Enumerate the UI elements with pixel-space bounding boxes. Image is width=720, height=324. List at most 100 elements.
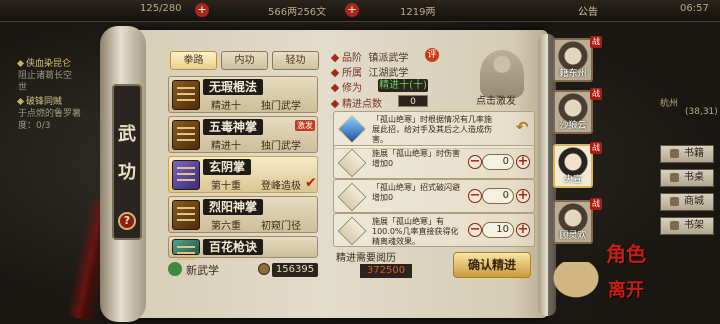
skill-book-icon: [172, 80, 200, 110]
effect-row: 施展「孤山绝寒」时伤害增加0 − 0 +: [333, 145, 535, 179]
party-portrait[interactable]: 籍东州: [553, 38, 593, 82]
skill-book-icon: [172, 239, 200, 255]
activated-badge: 激发: [295, 120, 315, 131]
quest-desc: 世: [18, 83, 28, 93]
skill-item[interactable]: 无瑕棍法 精进十 独门武学: [168, 76, 318, 113]
new-skill-button[interactable]: 新武学: [186, 262, 219, 278]
skill-stage: 精进十: [211, 101, 241, 112]
skill-attribute: 登峰造极: [261, 181, 301, 192]
party-member-name: 央宣: [563, 175, 582, 185]
menu-label: 书架: [684, 220, 704, 231]
desk-icon: [670, 172, 679, 182]
level-row: 修为: [330, 79, 362, 94]
decrease-button[interactable]: −: [468, 155, 482, 169]
tab-qinggong[interactable]: 轻功: [272, 51, 319, 70]
exit-button[interactable]: 离开: [608, 276, 644, 302]
quest-desc: 于点燃的鲁罗薯: [18, 109, 82, 119]
menu-label: 书桌: [684, 172, 704, 183]
add-stamina-button[interactable]: +: [195, 3, 209, 17]
bullet-icon: [330, 83, 340, 93]
experience-coin-icon: [258, 263, 270, 275]
menu-label: 商城: [684, 196, 704, 207]
party-portrait[interactable]: 沙狼云: [553, 90, 593, 134]
effect-text: 「孤山绝寒」时根据情况有几率施展此招，给对手及其后之人造成伤害。: [372, 115, 492, 144]
confirm-refine-button[interactable]: 确认精进: [453, 252, 531, 278]
menu-books-button[interactable]: 书籍: [660, 145, 714, 163]
skill-effect-icon: [337, 148, 367, 178]
meditating-figure-icon[interactable]: [480, 50, 524, 98]
quest-title: 侠血染昆仑: [26, 59, 72, 69]
help-button[interactable]: ?: [118, 212, 136, 230]
bullet-icon: [330, 53, 340, 63]
rank-badge: 评: [425, 48, 439, 62]
effect-value: 10: [482, 222, 514, 238]
book-icon: [670, 148, 679, 158]
add-silver-button[interactable]: +: [345, 3, 359, 17]
points-value: 0: [398, 95, 428, 107]
faction-value: 江湖武学: [368, 68, 409, 79]
gold-value: 1219两: [400, 7, 436, 18]
skill-stage: 第六重: [211, 221, 241, 232]
announcement-button[interactable]: 公告: [578, 3, 598, 18]
skill-attribute: 独门武学: [261, 141, 301, 152]
tab-quanlu[interactable]: 拳路: [170, 51, 217, 70]
bookshelf-icon: [670, 220, 679, 230]
silver-value: 566两256文: [268, 7, 327, 18]
increase-button[interactable]: +: [516, 223, 530, 237]
effect-row: 「孤山绝寒」时根据情况有几率施展此招，给对手及其后之人造成伤害。 ↶: [333, 111, 535, 149]
activate-button[interactable]: 点击激发: [476, 92, 516, 107]
level-value: 精进十(十): [378, 79, 428, 92]
tab-neigong[interactable]: 内功: [221, 51, 268, 70]
battle-badge: 战: [590, 36, 602, 48]
character-button[interactable]: 角色: [606, 238, 646, 267]
new-skill-icon: [168, 262, 182, 276]
skill-item[interactable]: 百花枪诀: [168, 236, 318, 258]
menu-bookshelf-button[interactable]: 书架: [660, 217, 714, 235]
top-status-bar: 125/280 + 566两256文 + 1219两 公告 06:57: [0, 0, 720, 22]
effect-text: 施展「孤山绝寒」有100.0%几率直接获得化精离魂效果。: [372, 217, 459, 246]
level-label: 修为: [342, 83, 362, 94]
decrease-button[interactable]: −: [468, 189, 482, 203]
cost-label: 精进需要阅历: [336, 253, 396, 264]
skill-item[interactable]: 烈阳神掌 第六重 初窥门径: [168, 196, 318, 233]
party-member-name: 顾灵欢: [559, 231, 587, 241]
skill-item[interactable]: 五毒神掌 激发 精进十 独门武学: [168, 116, 318, 153]
quest-tracker[interactable]: 侠血染昆仑 阻止诸葛长空 世 破锋同贼 于点燃的鲁罗薯 度：0/3: [16, 58, 100, 132]
skill-name: 五毒神掌: [203, 119, 264, 135]
quest-marker-icon: [16, 59, 25, 68]
party-member-name: 籍东州: [559, 69, 587, 79]
skill-effect-icon: [337, 114, 367, 144]
quest-desc: 度：0/3: [18, 121, 51, 131]
effect-row: 「孤山绝寒」招式破闪避增加0 − 0 +: [333, 179, 535, 213]
skill-attribute: 初窥门径: [261, 221, 301, 232]
skill-stage: 精进十: [211, 141, 241, 152]
clock: 06:57: [680, 3, 709, 14]
skill-book-icon: [172, 160, 200, 190]
skill-attribute: 独门武学: [261, 101, 301, 112]
rank-label: 品阶: [342, 53, 362, 64]
rank-row: 品阶 镇派武学: [330, 49, 409, 64]
shop-icon: [670, 196, 679, 206]
skill-name: 烈阳神掌: [203, 199, 264, 215]
bullet-icon: [330, 99, 340, 109]
menu-desk-button[interactable]: 书桌: [660, 169, 714, 187]
menu-shop-button[interactable]: 商城: [660, 193, 714, 211]
location-coordinates: (38,31): [685, 107, 718, 117]
skill-item-selected[interactable]: 玄阴掌 第十重 登峰造极 ✔: [168, 156, 318, 193]
refresh-arrow-icon[interactable]: ↶: [516, 118, 529, 136]
effect-row: 施展「孤山绝寒」有100.0%几率直接获得化精离魂效果。 − 10 +: [333, 213, 535, 247]
effect-value: 0: [482, 154, 514, 170]
party-portrait[interactable]: 顾灵欢: [553, 200, 593, 244]
skill-name: 百花枪诀: [203, 239, 264, 255]
increase-button[interactable]: +: [516, 155, 530, 169]
skill-effect-icon: [337, 216, 367, 246]
location-name: 杭州: [660, 99, 679, 109]
points-row: 精进点数: [330, 95, 382, 110]
party-portrait-selected[interactable]: 央宣: [553, 144, 593, 188]
straw-hat-icon: [548, 262, 604, 302]
increase-button[interactable]: +: [516, 189, 530, 203]
battle-badge: 战: [590, 142, 602, 154]
rank-value: 镇派武学: [368, 53, 409, 64]
decrease-button[interactable]: −: [468, 223, 482, 237]
party-member-name: 沙狼云: [559, 121, 587, 131]
